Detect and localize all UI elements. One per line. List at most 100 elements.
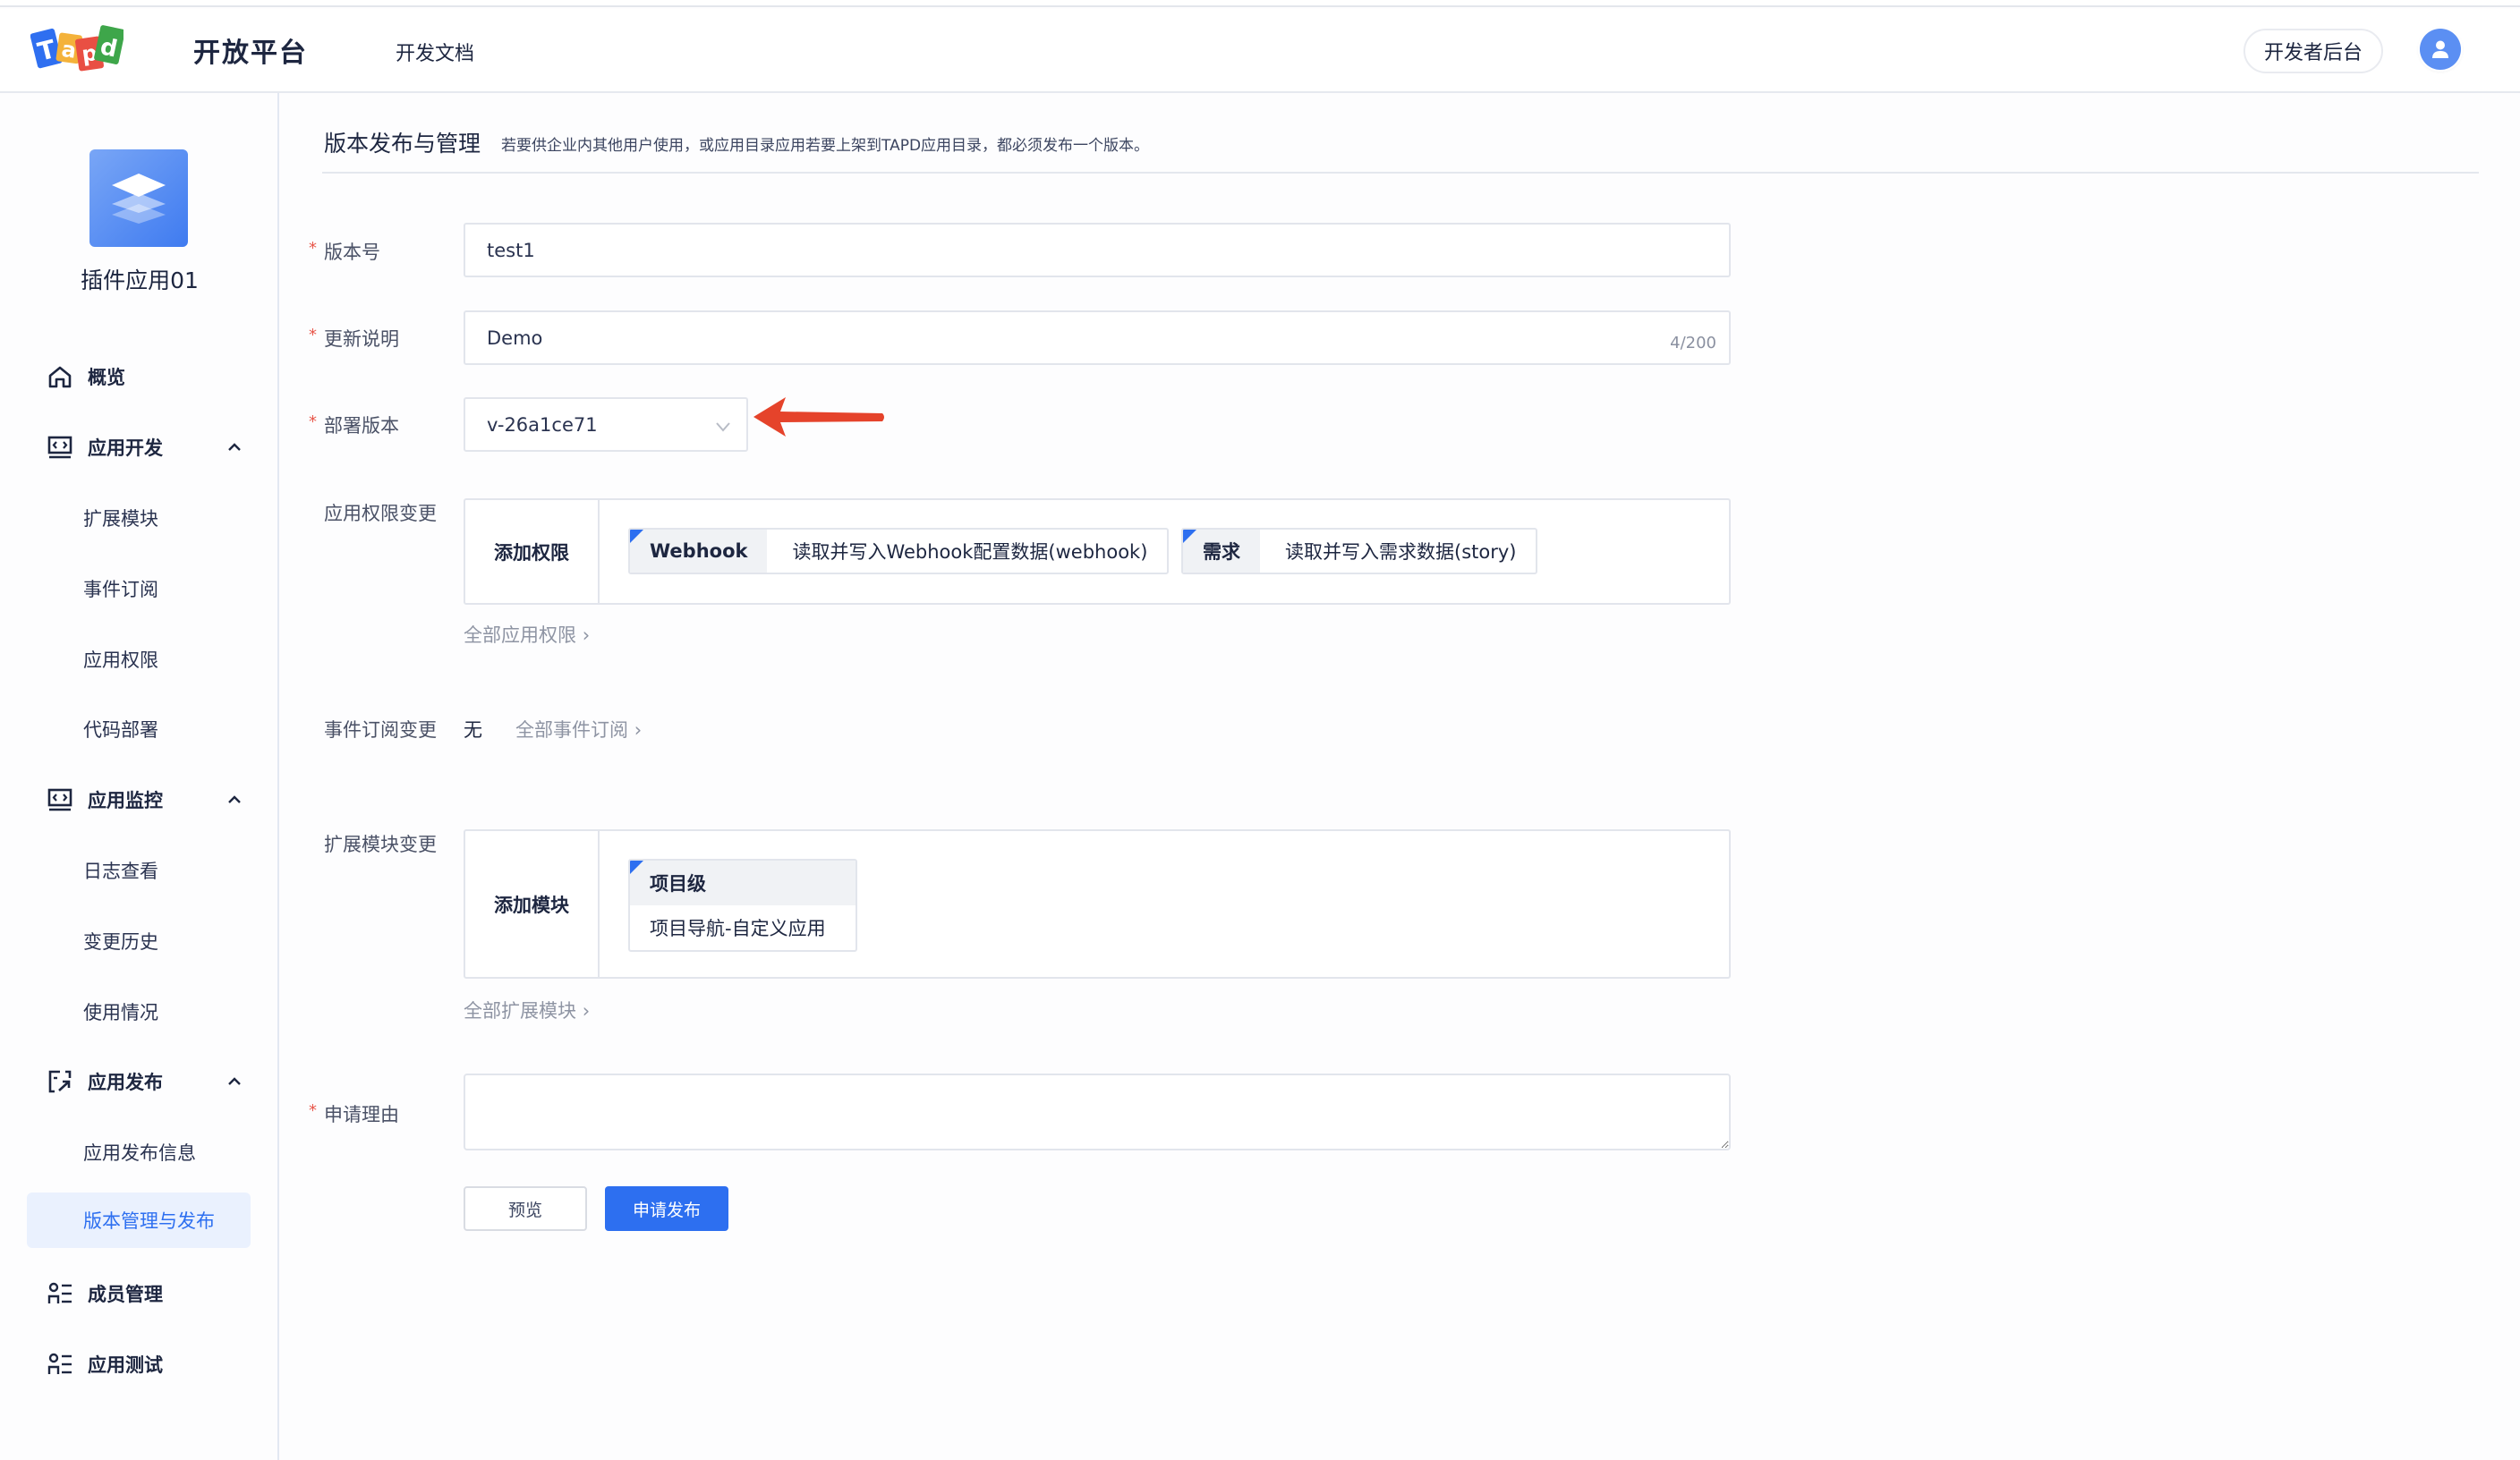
sidebar-item-extension-modules[interactable]: 扩展模块 <box>27 490 251 546</box>
corner-marker <box>1183 530 1196 543</box>
chevron-right-icon: › <box>582 1000 591 1022</box>
tapd-logo[interactable]: T a p d <box>30 23 125 73</box>
required-marker: * <box>309 239 317 258</box>
link-label: 全部应用权限 <box>464 624 576 646</box>
sidebar-group-app-monitor[interactable]: 应用监控 <box>0 772 279 828</box>
deploy-version-label: 部署版本 <box>324 415 399 437</box>
corner-marker <box>630 861 643 874</box>
corner-marker <box>630 530 643 543</box>
home-icon <box>47 363 73 390</box>
required-marker: * <box>309 1101 317 1120</box>
page-title: 版本发布与管理 <box>324 131 481 157</box>
code-monitor-icon <box>47 434 73 461</box>
code-monitor-icon <box>47 786 73 813</box>
module-chip: 项目级 项目导航-自定义应用 <box>628 859 857 952</box>
required-marker: * <box>309 412 317 431</box>
app-name: 插件应用01 <box>81 267 199 293</box>
sidebar-item-label: 使用情况 <box>83 1002 158 1023</box>
version-number-input[interactable]: test1 <box>464 223 1731 277</box>
link-label: 全部事件订阅 <box>515 719 628 741</box>
sidebar-item-app-permissions[interactable]: 应用权限 <box>27 632 251 687</box>
permission-chip: 需求 读取并写入需求数据(story) <box>1181 528 1538 574</box>
sidebar: 插件应用01 概览 应用开发 扩展模块 事件订阅 应用权限 代码部署 应用监控 … <box>0 93 279 1460</box>
sidebar-item-label: 应用监控 <box>88 790 163 811</box>
sidebar-item-version-management[interactable]: 版本管理与发布 <box>27 1193 251 1248</box>
module-change-label: 扩展模块变更 <box>324 834 437 855</box>
sidebar-item-label: 代码部署 <box>83 719 158 741</box>
module-chip-level: 项目级 <box>630 861 856 905</box>
app-icon <box>89 149 188 247</box>
sidebar-item-publish-info[interactable]: 应用发布信息 <box>27 1125 251 1180</box>
sidebar-item-label: 日志查看 <box>83 861 158 882</box>
window-top-edge <box>0 0 2520 7</box>
chevron-up-icon <box>228 795 241 803</box>
sidebar-item-label: 应用开发 <box>88 437 163 459</box>
main-content: 版本发布与管理 若要供企业内其他用户使用，或应用目录应用若要上架到TAPD应用目… <box>281 93 2520 1460</box>
version-number-label: 版本号 <box>324 242 380 263</box>
sidebar-item-label: 概览 <box>88 367 125 388</box>
top-header: T a p d 开放平台 开发文档 开发者后台 <box>0 9 2520 93</box>
permission-change-label: 应用权限变更 <box>324 503 437 524</box>
sidebar-group-app-publish[interactable]: 应用发布 <box>0 1054 279 1109</box>
char-counter: 4/200 <box>1670 334 1716 352</box>
permission-change-box: 添加权限 Webhook 读取并写入Webhook配置数据(webhook) 需… <box>464 498 1731 605</box>
developer-console-button[interactable]: 开发者后台 <box>2243 29 2383 73</box>
sidebar-item-usage[interactable]: 使用情况 <box>27 984 251 1040</box>
module-change-box: 添加模块 项目级 项目导航-自定义应用 <box>464 829 1731 979</box>
sidebar-item-label: 应用发布 <box>88 1072 163 1093</box>
user-icon <box>2432 40 2448 58</box>
chevron-up-icon <box>228 443 241 451</box>
member-list-icon <box>47 1280 73 1307</box>
sidebar-item-member-management[interactable]: 成员管理 <box>0 1266 279 1321</box>
sidebar-item-overview[interactable]: 概览 <box>0 349 279 404</box>
add-module-label: 添加模块 <box>465 831 600 977</box>
chevron-right-icon: › <box>582 624 591 646</box>
permission-chip-value: 读取并写入需求数据(story) <box>1285 541 1517 563</box>
sidebar-group-app-dev[interactable]: 应用开发 <box>0 420 279 475</box>
chevron-right-icon: › <box>634 719 643 741</box>
deploy-version-select[interactable]: v-26a1ce71 <box>464 397 748 452</box>
sidebar-item-code-deploy[interactable]: 代码部署 <box>27 701 251 757</box>
sidebar-item-log-view[interactable]: 日志查看 <box>27 843 251 898</box>
all-events-link[interactable]: 全部事件订阅 › <box>515 716 642 743</box>
page-description: 若要供企业内其他用户使用，或应用目录应用若要上架到TAPD应用目录，都必须发布一… <box>501 137 1150 155</box>
event-change-label: 事件订阅变更 <box>324 719 437 741</box>
sidebar-item-label: 事件订阅 <box>83 579 158 600</box>
link-label: 全部扩展模块 <box>464 1000 576 1022</box>
all-permissions-link[interactable]: 全部应用权限 › <box>464 621 590 648</box>
sidebar-item-label: 应用测试 <box>88 1354 163 1376</box>
sidebar-item-label: 扩展模块 <box>83 508 158 530</box>
chevron-up-icon <box>228 1077 241 1085</box>
permission-chip: Webhook 读取并写入Webhook配置数据(webhook) <box>628 528 1170 574</box>
event-change-value: 无 <box>464 719 482 741</box>
sidebar-item-label: 版本管理与发布 <box>83 1210 215 1232</box>
member-list-icon <box>47 1351 73 1378</box>
module-chip-name: 项目导航-自定义应用 <box>650 918 826 939</box>
annotation-arrow-icon <box>753 397 884 437</box>
nav-developer-docs[interactable]: 开发文档 <box>396 38 474 66</box>
submit-publish-button[interactable]: 申请发布 <box>605 1186 728 1231</box>
update-note-value: Demo <box>487 327 543 349</box>
deploy-version-value: v-26a1ce71 <box>487 413 598 436</box>
sidebar-item-app-testing[interactable]: 应用测试 <box>0 1337 279 1392</box>
sidebar-item-label: 应用权限 <box>83 649 158 671</box>
update-note-label: 更新说明 <box>324 328 399 350</box>
sidebar-item-event-subscription[interactable]: 事件订阅 <box>27 561 251 616</box>
sidebar-item-label: 应用发布信息 <box>83 1142 196 1164</box>
title-divider <box>322 172 2479 174</box>
publish-icon <box>47 1068 73 1095</box>
reason-label: 申请理由 <box>324 1104 399 1125</box>
reason-textarea[interactable] <box>464 1074 1731 1150</box>
add-permission-label: 添加权限 <box>465 500 600 603</box>
update-note-input[interactable]: Demo 4/200 <box>464 310 1731 365</box>
chevron-down-icon <box>716 422 730 432</box>
sidebar-item-label: 变更历史 <box>83 931 158 953</box>
sidebar-item-label: 成员管理 <box>88 1284 163 1305</box>
permission-chip-key: Webhook <box>630 530 768 573</box>
layers-icon <box>112 173 166 224</box>
preview-button[interactable]: 预览 <box>464 1186 587 1231</box>
user-avatar[interactable] <box>2420 29 2461 70</box>
sidebar-item-change-history[interactable]: 变更历史 <box>27 913 251 969</box>
all-modules-link[interactable]: 全部扩展模块 › <box>464 997 590 1023</box>
brand-title: 开放平台 <box>193 38 308 69</box>
